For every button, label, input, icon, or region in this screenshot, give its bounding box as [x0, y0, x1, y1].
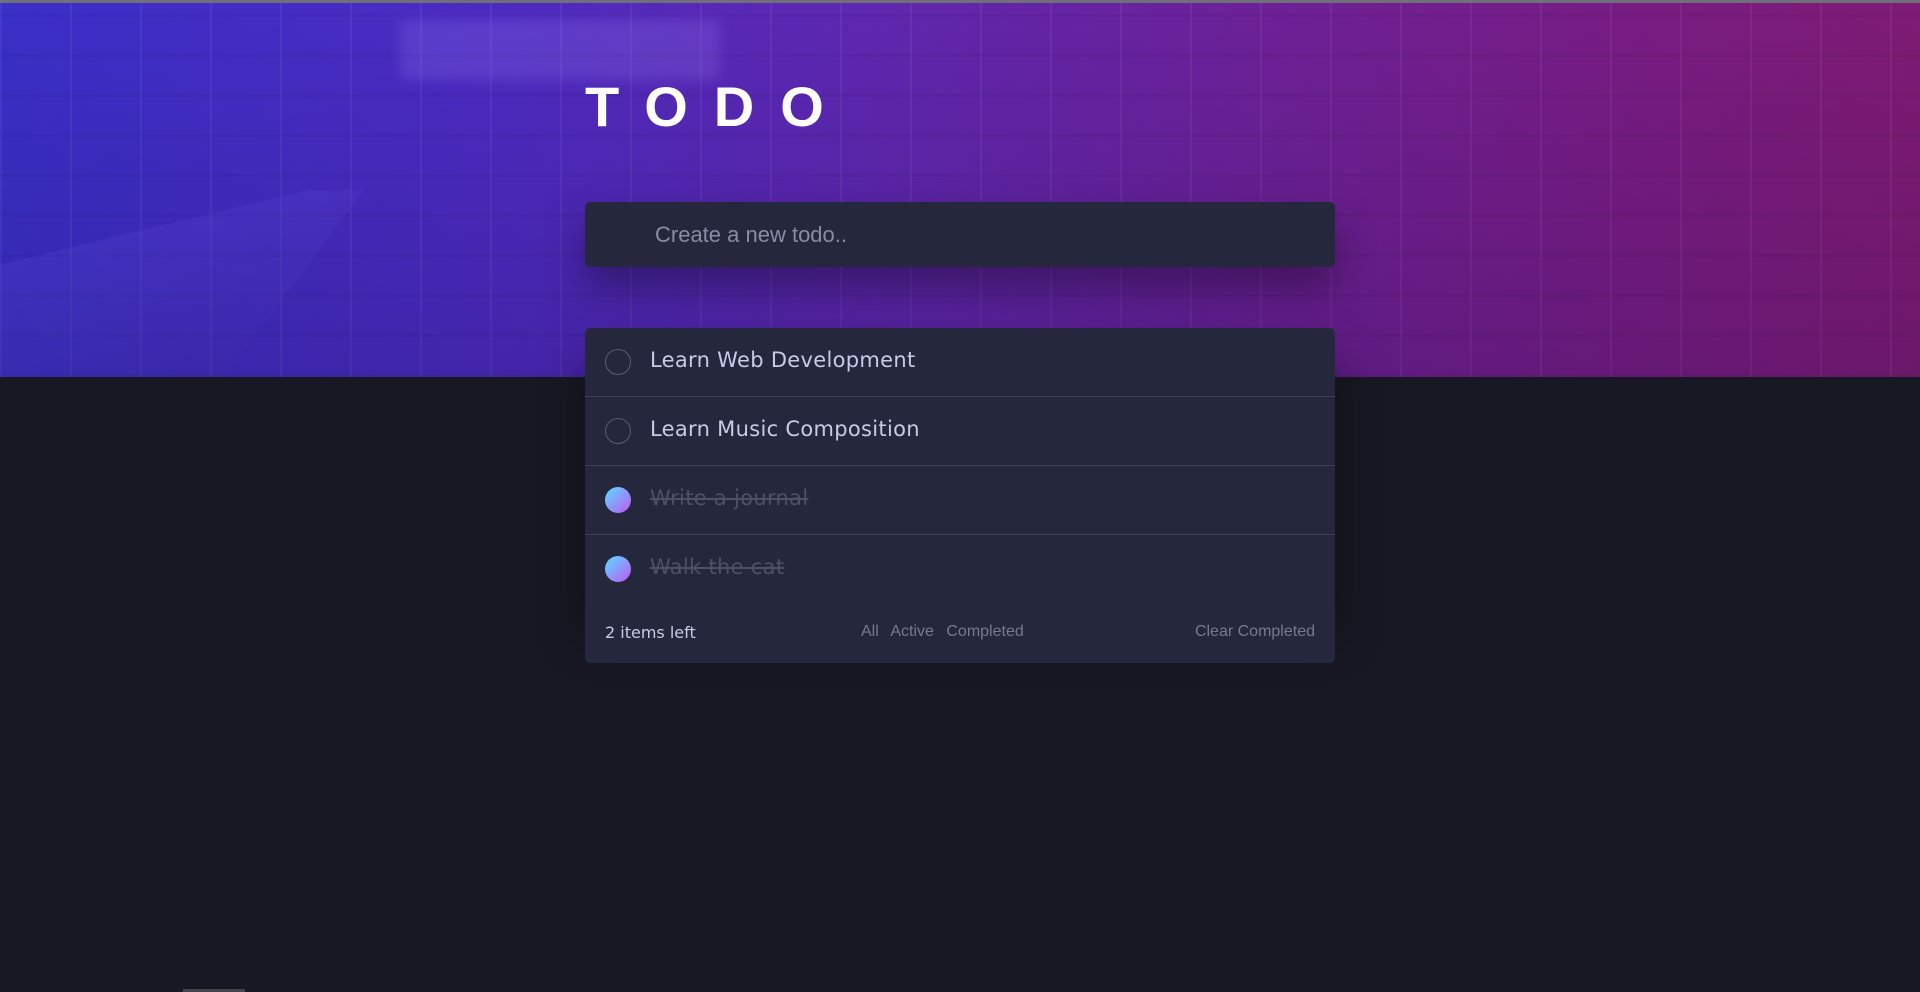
todo-item: Learn Music Composition [585, 397, 1335, 466]
new-todo-input[interactable] [655, 202, 1315, 267]
new-todo-card [585, 202, 1335, 267]
todo-text[interactable]: Learn Music Composition [650, 417, 920, 441]
todo-item: Learn Web Development [585, 328, 1335, 397]
items-left-count: 2 items left [605, 623, 696, 642]
todo-text[interactable]: Walk the cat [650, 555, 784, 579]
todo-checkbox[interactable] [605, 349, 631, 375]
todo-text[interactable]: Write a journal [650, 486, 808, 510]
filter-all[interactable]: All [861, 623, 879, 640]
todo-checkbox[interactable] [605, 418, 631, 444]
todo-text[interactable]: Learn Web Development [650, 348, 916, 372]
filter-active[interactable]: Active [890, 623, 934, 640]
todo-item-completed: Walk the cat [585, 535, 1335, 604]
todo-footer: 2 items left All Active Completed Clear … [585, 602, 1335, 663]
clear-completed-button[interactable]: Clear Completed [1195, 623, 1315, 641]
page-title: TODO [585, 75, 850, 138]
filter-group: All Active Completed [861, 623, 1032, 641]
hero-shade-overlay [0, 3, 1920, 377]
filter-completed[interactable]: Completed [946, 623, 1023, 640]
todo-checkbox-checked[interactable] [605, 556, 631, 582]
todo-list: Learn Web Development Learn Music Compos… [585, 328, 1335, 604]
todo-item-completed: Write a journal [585, 466, 1335, 535]
todo-checkbox-checked[interactable] [605, 487, 631, 513]
